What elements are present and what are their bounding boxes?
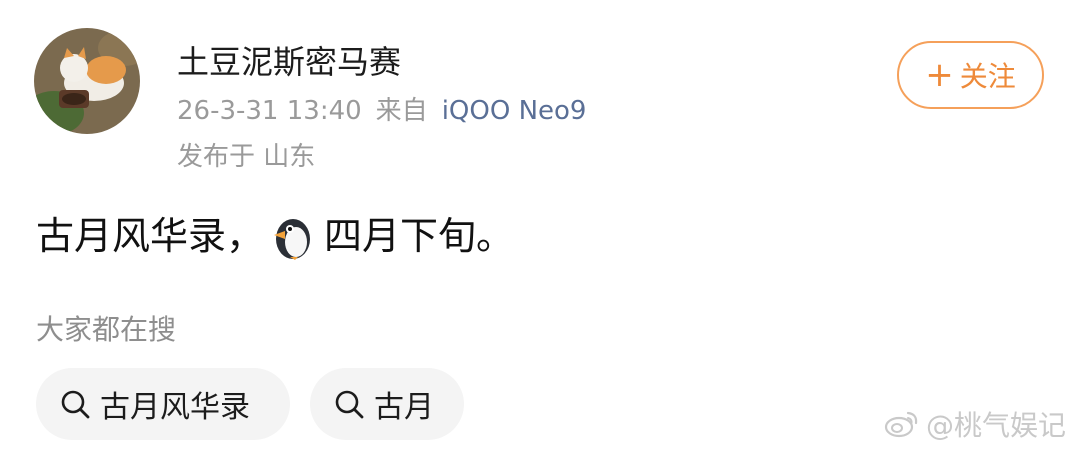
device-name[interactable]: iQOO Neo9 (442, 96, 587, 126)
watermark: @桃气娱记 (884, 404, 1066, 444)
search-chip[interactable]: 古月 (310, 368, 464, 440)
post-text-part-2: 四月下旬。 (324, 214, 515, 258)
plus-icon: + (925, 55, 954, 95)
search-chip-label: 古月 (374, 390, 434, 425)
post-text-part-1: 古月风华录， (36, 214, 265, 258)
follow-button[interactable]: + 关注 (897, 41, 1044, 109)
weibo-logo (884, 411, 918, 438)
avatar-cat-photo (34, 28, 140, 134)
penguin-icon (274, 219, 311, 260)
weibo-post-card: 土豆泥斯密马赛 26-3-31 13:40 来自 iQOO Neo9 发布于 山东 … (0, 0, 1080, 451)
post-location: 发布于 山东 (177, 142, 316, 172)
post-meta: 26-3-31 13:40 来自 iQOO Neo9 (177, 94, 586, 128)
username[interactable]: 土豆泥斯密马赛 (177, 42, 401, 82)
search-icon (61, 390, 90, 419)
post-content: 古月风华录， 四月下旬。 (36, 210, 514, 262)
search-chip[interactable]: 古月风华录 (36, 368, 290, 440)
post-time: 26-3-31 13:40 (177, 96, 362, 126)
follow-button-label: 关注 (959, 60, 1016, 93)
avatar[interactable] (34, 28, 140, 134)
search-icon (335, 390, 364, 419)
trending-search-heading: 大家都在搜 (36, 313, 177, 346)
from-label: 来自 (375, 96, 428, 126)
search-chip-label: 古月风华录 (100, 390, 250, 425)
watermark-text: @桃气娱记 (925, 409, 1066, 442)
